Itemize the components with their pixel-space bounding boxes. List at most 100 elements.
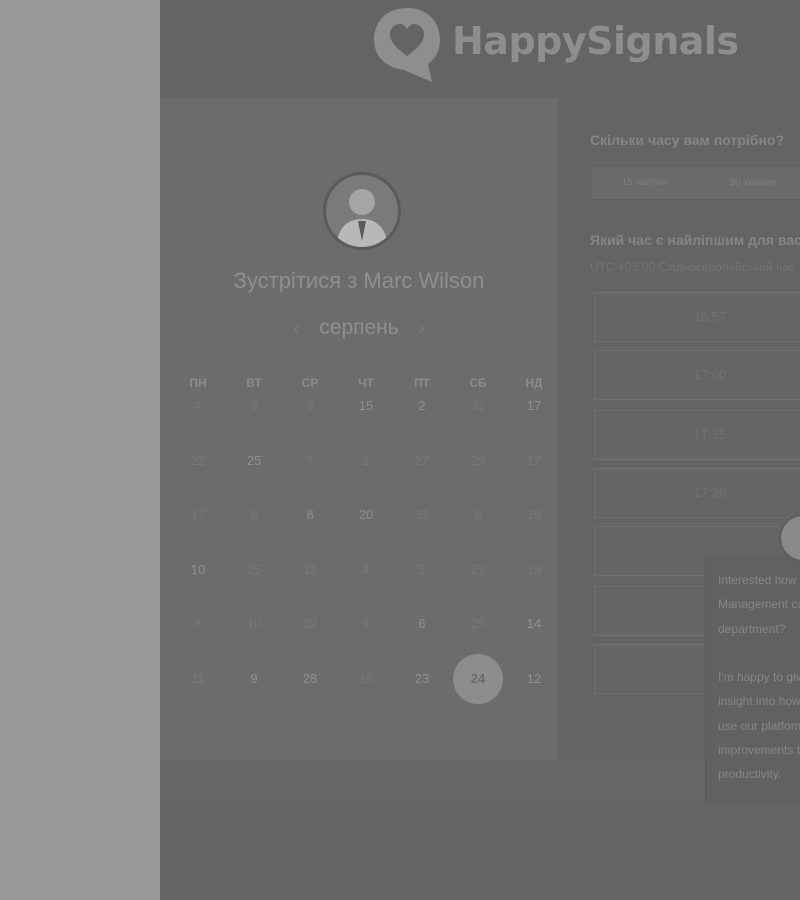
weekday-label: ВТ bbox=[246, 376, 262, 390]
calendar-day-number: 15 bbox=[358, 398, 374, 413]
heart-bubble-icon bbox=[374, 8, 440, 82]
calendar-day-number: 17 bbox=[526, 452, 542, 468]
month-navigation: ‹ серпень › bbox=[160, 316, 558, 340]
calendar-day-number: 7 bbox=[306, 452, 314, 468]
chat-line: department? bbox=[718, 621, 786, 636]
person-silhouette-icon bbox=[336, 189, 388, 247]
calendar-day: 9 bbox=[338, 614, 394, 634]
chat-line: productivity. bbox=[718, 767, 782, 782]
duration-question: Скільки часу вам потрібно? bbox=[590, 132, 785, 148]
weekday-label: СБ bbox=[469, 376, 487, 390]
calendar-day-number: 31 bbox=[414, 507, 430, 522]
timezone-label[interactable]: UTC +03:00 Східноєвропейський час bbox=[590, 260, 795, 274]
calendar-day: 19 bbox=[506, 505, 562, 525]
calendar-day: 9 bbox=[226, 396, 282, 416]
calendar-day[interactable]: 28 bbox=[282, 669, 338, 689]
weekday-label: ПН bbox=[189, 376, 207, 390]
meeting-title: Зустрітися з Marc Wilson bbox=[233, 268, 485, 293]
calendar-days-grid: 4 9 3 15 2 31 17 22 25 7 2 27 29 17 17 8 8 20 31 8 19 10 25 11 4… bbox=[170, 396, 560, 723]
calendar-day: 3 bbox=[282, 396, 338, 416]
calendar-day-number: 4 bbox=[362, 561, 370, 577]
calendar-day: 8 bbox=[450, 505, 506, 525]
calendar-day-number: 10 bbox=[246, 616, 262, 631]
calendar-day-number: 17 bbox=[190, 507, 206, 522]
calendar-day[interactable]: 15 bbox=[338, 396, 394, 416]
duration-selector: 15 хвилин 30 хвилин bbox=[590, 166, 800, 200]
calendar-day: 22 bbox=[170, 451, 226, 471]
calendar-day-number: 19 bbox=[526, 507, 542, 522]
calendar-day: 25 bbox=[450, 614, 506, 634]
calendar-day[interactable]: 9 bbox=[226, 669, 282, 689]
weekday-header: ПН ВТ СР ЧТ ПТ СБ НД bbox=[170, 376, 560, 390]
calendar-day-number: 31 bbox=[470, 398, 486, 413]
weekday-label: СР bbox=[301, 376, 319, 390]
chat-line: Interested how bbox=[718, 573, 797, 587]
footer-band bbox=[160, 760, 705, 800]
calendar-day-number: 28 bbox=[302, 670, 318, 686]
calendar-day-number: 11 bbox=[303, 561, 317, 577]
chat-message: Interested how Management can department… bbox=[718, 568, 800, 787]
calendar-day-number: 16 bbox=[358, 670, 374, 686]
calendar-day-number: 4 bbox=[194, 398, 202, 413]
chat-line: use our platform bbox=[718, 718, 800, 733]
calendar-day-number: 17 bbox=[526, 398, 542, 413]
calendar-day[interactable]: 17 bbox=[506, 396, 562, 416]
calendar-day-number: 25 bbox=[470, 616, 486, 631]
calendar-day-number: 23 bbox=[414, 670, 430, 686]
host-avatar bbox=[323, 172, 401, 250]
calendar-day: 29 bbox=[450, 451, 506, 471]
brand-logo: HappySignals bbox=[370, 4, 739, 84]
calendar-day-number: 8 bbox=[306, 507, 314, 522]
calendar-day-number: 29 bbox=[470, 452, 486, 468]
time-slot[interactable]: 16:57 bbox=[594, 292, 800, 342]
calendar-day-number: 8 bbox=[250, 507, 258, 522]
calendar-panel: Зустрітися з Marc Wilson ‹ серпень › ПН … bbox=[160, 98, 558, 760]
time-slot[interactable]: 17:30 bbox=[594, 468, 800, 518]
brand-name: HappySignals bbox=[452, 19, 739, 63]
chat-line: insight into how bbox=[718, 694, 800, 709]
calendar-day: 31 bbox=[450, 396, 506, 416]
duration-option-15[interactable]: 15 хвилин bbox=[591, 167, 699, 199]
calendar-day[interactable]: 6 bbox=[394, 614, 450, 634]
calendar-day[interactable]: 12 bbox=[506, 669, 562, 689]
calendar-day: 8 bbox=[226, 505, 282, 525]
calendar-day[interactable]: 20 bbox=[338, 505, 394, 525]
calendar-day-number: 3 bbox=[306, 398, 314, 413]
weekday-label: ЧТ bbox=[358, 376, 374, 390]
calendar-day: 31 bbox=[394, 505, 450, 525]
calendar-day[interactable]: 23 bbox=[394, 669, 450, 689]
chat-line: Management can bbox=[718, 597, 800, 612]
calendar-day-number: 6 bbox=[418, 616, 426, 631]
scheduling-page: HappySignals Зустрітися з Marc Wilson ‹ … bbox=[160, 0, 800, 900]
calendar-day: 8 bbox=[170, 614, 226, 634]
calendar-day[interactable]: 2 bbox=[394, 396, 450, 416]
duration-option-30[interactable]: 30 хвилин bbox=[699, 167, 800, 199]
chevron-right-icon[interactable]: › bbox=[419, 318, 425, 338]
calendar-day-selected[interactable]: 24 bbox=[450, 653, 506, 704]
calendar-day-number: 9 bbox=[250, 670, 258, 686]
chat-line: improvements to bbox=[718, 743, 800, 758]
calendar-day: 27 bbox=[394, 451, 450, 471]
calendar-day: 11 bbox=[170, 669, 226, 689]
page-header: HappySignals bbox=[160, 0, 800, 95]
chevron-left-icon[interactable]: ‹ bbox=[293, 318, 299, 338]
calendar-day: 16 bbox=[338, 669, 394, 689]
time-slot[interactable]: 17:15 bbox=[594, 410, 800, 460]
calendar-day[interactable]: 14 bbox=[506, 614, 562, 634]
calendar-day-number: 2 bbox=[418, 398, 426, 413]
calendar-day-number: 2 bbox=[362, 452, 370, 468]
calendar-day[interactable]: 8 bbox=[282, 505, 338, 525]
calendar-day: 17 bbox=[170, 505, 226, 525]
calendar-day-number: 12 bbox=[526, 670, 542, 686]
calendar-day[interactable]: 25 bbox=[226, 451, 282, 471]
calendar-day-number: 11 bbox=[191, 670, 205, 686]
calendar-day-number: 27 bbox=[470, 561, 486, 577]
calendar-day-number: 27 bbox=[414, 452, 430, 468]
calendar-day: 17 bbox=[506, 451, 562, 471]
time-slot[interactable]: 17:00 bbox=[594, 350, 800, 400]
weekday-label: НД bbox=[525, 376, 543, 390]
calendar-day: 10 bbox=[226, 614, 282, 634]
calendar-day[interactable]: 10 bbox=[170, 560, 226, 580]
calendar-day-number: 8 bbox=[194, 616, 202, 631]
calendar-day: 4 bbox=[170, 396, 226, 416]
